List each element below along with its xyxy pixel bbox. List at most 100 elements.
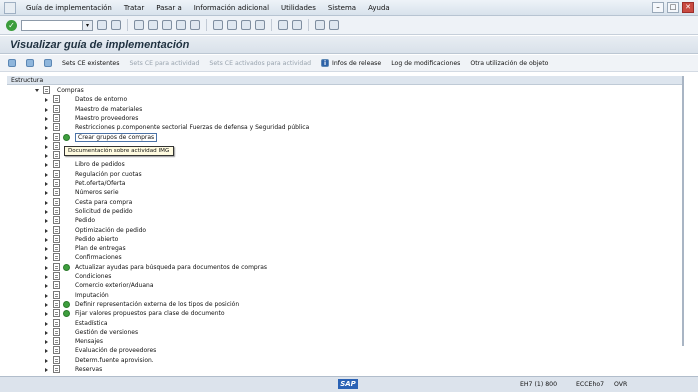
collapsed-arrow-icon[interactable] — [45, 154, 48, 159]
documentation-icon[interactable] — [53, 309, 60, 318]
maximize-icon[interactable]: □ — [667, 2, 679, 13]
display-icon[interactable] — [8, 59, 16, 67]
documentation-icon[interactable] — [53, 141, 60, 150]
documentation-icon[interactable] — [53, 179, 60, 187]
tree-node[interactable]: Optimización de pedido — [7, 225, 667, 235]
tree-node[interactable]: Restricciones p.componente sectorial Fue… — [7, 123, 667, 132]
log-modificaciones-button[interactable]: Log de modificaciones — [391, 60, 460, 67]
documentation-icon[interactable] — [53, 151, 60, 160]
collapsed-arrow-icon[interactable] — [45, 275, 48, 279]
collapsed-arrow-icon[interactable] — [45, 358, 48, 363]
collapsed-arrow-icon[interactable] — [45, 107, 48, 112]
find-icon[interactable] — [176, 20, 186, 30]
last-page-icon[interactable] — [255, 20, 265, 30]
tree-node[interactable]: Pet.oferta/Oferta — [7, 179, 667, 188]
collapsed-arrow-icon[interactable] — [45, 330, 48, 335]
documentation-icon[interactable] — [53, 281, 60, 290]
documentation-icon[interactable] — [53, 272, 60, 280]
exit-icon[interactable] — [134, 20, 144, 30]
tree-node[interactable]: Mensajes — [7, 337, 667, 346]
shortcut-icon[interactable] — [292, 20, 302, 30]
collapsed-arrow-icon[interactable] — [45, 368, 48, 372]
next-page-icon[interactable] — [241, 20, 251, 30]
execute-activity-icon[interactable] — [63, 133, 70, 141]
document-icon[interactable] — [44, 59, 52, 67]
tree-node[interactable]: Datos de entorno — [7, 95, 667, 104]
documentation-icon[interactable] — [53, 188, 60, 197]
collapsed-arrow-icon[interactable] — [45, 302, 48, 307]
vertical-scrollbar[interactable] — [682, 76, 684, 346]
documentation-icon[interactable] — [53, 346, 60, 355]
documentation-icon[interactable] — [53, 244, 60, 253]
cancel-icon[interactable] — [148, 20, 158, 30]
collapsed-arrow-icon[interactable] — [45, 116, 48, 121]
tree-node[interactable]: Regulación por cuotas — [7, 169, 667, 179]
collapsed-arrow-icon[interactable] — [45, 293, 48, 298]
collapsed-arrow-icon[interactable] — [45, 144, 48, 149]
documentation-icon[interactable] — [53, 299, 60, 308]
documentation-icon[interactable] — [53, 234, 60, 243]
documentation-icon[interactable] — [53, 262, 60, 271]
tree-node[interactable]: Condiciones — [7, 272, 667, 281]
documentation-icon[interactable] — [53, 318, 60, 327]
expanded-arrow-icon[interactable] — [35, 89, 39, 92]
documentation-icon[interactable] — [53, 225, 60, 234]
command-field[interactable]: ▾ — [21, 19, 93, 31]
collapsed-arrow-icon[interactable] — [45, 219, 48, 224]
new-session-icon[interactable] — [278, 20, 288, 30]
collapsed-arrow-icon[interactable] — [45, 135, 48, 140]
tree-node[interactable]: Determ.fuente aprovision. — [7, 355, 667, 365]
collapsed-arrow-icon[interactable] — [45, 321, 48, 326]
documentation-icon[interactable] — [53, 95, 60, 104]
enter-check-icon[interactable]: ✓ — [6, 19, 17, 31]
otra-utilizacion-button[interactable]: Otra utilización de objeto — [470, 60, 548, 67]
collapsed-arrow-icon[interactable] — [45, 349, 48, 354]
menu-ayuda[interactable]: Ayuda — [368, 4, 390, 12]
tree-node[interactable]: Estadística — [7, 318, 667, 328]
documentation-icon[interactable] — [53, 206, 60, 215]
documentation-icon[interactable] — [43, 86, 50, 94]
tree-node[interactable]: Crear grupos de compras — [7, 132, 667, 142]
documentation-icon[interactable] — [53, 132, 60, 141]
menu-informacion-adicional[interactable]: Información adicional — [194, 4, 269, 12]
tree-node[interactable]: Maestro de materiales — [7, 104, 667, 114]
infos-release-button[interactable]: i Infos de release — [321, 59, 381, 67]
print-icon[interactable] — [162, 20, 172, 30]
documentation-icon[interactable] — [53, 253, 60, 262]
collapsed-arrow-icon[interactable] — [45, 209, 48, 214]
tree-node[interactable]: Imputación — [7, 290, 667, 300]
tree-node[interactable]: Maestro proveedores — [7, 113, 667, 123]
tree-icon[interactable] — [26, 59, 34, 67]
collapsed-arrow-icon[interactable] — [45, 172, 48, 177]
save-icon[interactable] — [111, 20, 121, 30]
tree-node[interactable]: Comercio exterior/Aduana — [7, 281, 667, 290]
collapsed-arrow-icon[interactable] — [45, 237, 48, 242]
collapsed-arrow-icon[interactable] — [45, 256, 48, 261]
tree-node[interactable]: Evaluación de proveedores — [7, 346, 667, 355]
menu-sistema[interactable]: Sistema — [328, 4, 356, 12]
tree-node[interactable]: Gestión de versiones — [7, 327, 667, 337]
documentation-icon[interactable] — [53, 113, 60, 122]
collapsed-arrow-icon[interactable] — [45, 312, 48, 317]
execute-activity-icon[interactable] — [63, 300, 70, 308]
collapsed-arrow-icon[interactable] — [45, 265, 48, 270]
back-icon[interactable] — [97, 20, 107, 30]
sets-ce-activados-button[interactable]: Sets CE activados para actividad — [209, 60, 311, 67]
collapsed-arrow-icon[interactable] — [45, 228, 48, 233]
collapsed-arrow-icon[interactable] — [45, 182, 48, 186]
documentation-icon[interactable] — [53, 123, 60, 132]
collapsed-arrow-icon[interactable] — [45, 340, 48, 345]
tree-node[interactable]: Números serie — [7, 188, 667, 197]
close-icon[interactable]: ✕ — [682, 2, 694, 13]
layout-icon[interactable] — [329, 20, 339, 30]
documentation-icon[interactable] — [53, 104, 60, 113]
first-page-icon[interactable] — [213, 20, 223, 30]
execute-activity-icon[interactable] — [63, 263, 70, 271]
tree-node[interactable]: Cesta para compra — [7, 197, 667, 207]
chevron-down-icon[interactable]: ▾ — [82, 20, 92, 30]
tree-node[interactable]: Reservas — [7, 365, 667, 374]
documentation-icon[interactable] — [53, 327, 60, 336]
documentation-icon[interactable] — [53, 290, 60, 299]
previous-page-icon[interactable] — [227, 20, 237, 30]
sets-ce-para-actividad-button[interactable]: Sets CE para actividad — [129, 60, 199, 67]
